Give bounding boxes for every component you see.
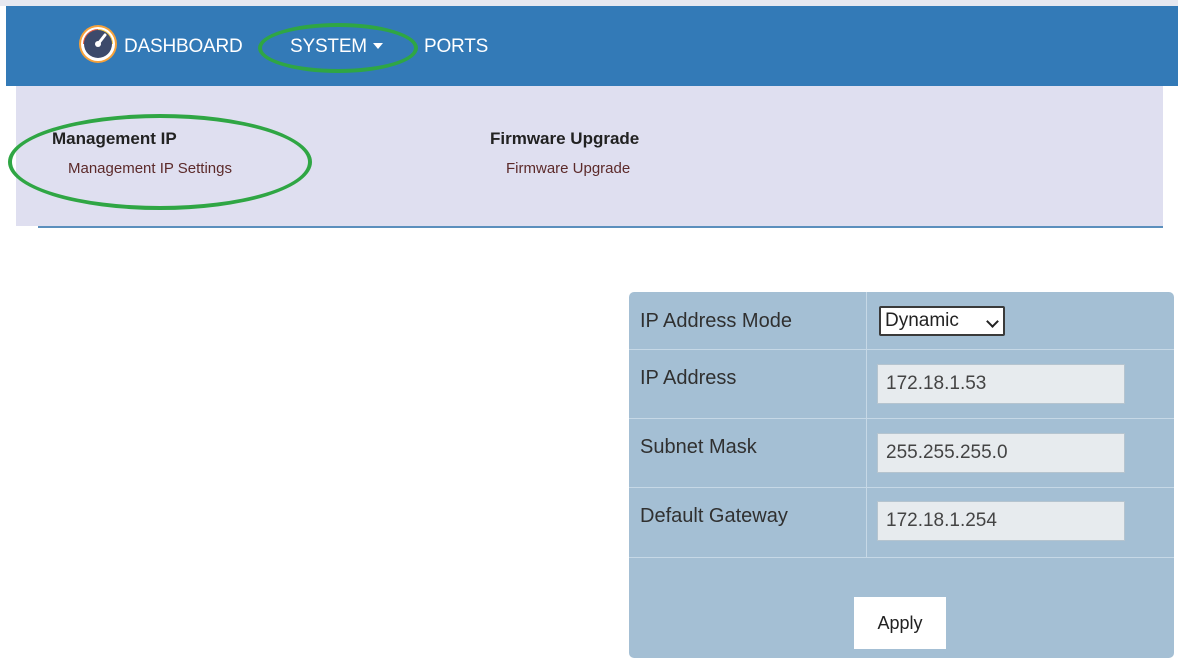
form-row-ip-mode: IP Address Mode Dynamic [629,292,1174,350]
caret-down-icon [372,42,383,49]
subnet-mask-field[interactable]: 255.255.255.0 [877,433,1125,473]
nav-system[interactable]: SYSTEM [290,32,383,62]
nav-ports[interactable]: PORTS [424,32,488,62]
firmware-upgrade-link[interactable]: Firmware Upgrade [506,160,630,177]
form-row-subnet-mask: Subnet Mask 255.255.255.0 [629,419,1174,488]
nav-dashboard[interactable]: DASHBOARD [124,32,243,62]
default-gateway-label: Default Gateway [640,505,788,527]
submenu-divider [38,226,1163,228]
management-ip-form: IP Address Mode Dynamic IP Address 172.1… [629,292,1174,658]
nav-system-label: SYSTEM [290,36,367,57]
default-gateway-field[interactable]: 172.18.1.254 [877,501,1125,541]
ip-mode-label: IP Address Mode [640,310,792,332]
gauge-icon[interactable] [78,24,118,64]
system-submenu: Management IP Management IP Settings Fir… [16,86,1163,226]
apply-button[interactable]: Apply [854,597,946,649]
subnet-mask-label: Subnet Mask [640,436,757,458]
navbar: DASHBOARD SYSTEM PORTS [6,6,1178,86]
submenu-heading-management-ip: Management IP [52,129,177,148]
form-row-default-gateway: Default Gateway 172.18.1.254 [629,488,1174,558]
chevron-down-icon [986,315,999,328]
ip-address-field[interactable]: 172.18.1.53 [877,364,1125,404]
ip-mode-select-value: Dynamic [885,310,959,331]
submenu-heading-firmware-upgrade: Firmware Upgrade [490,129,640,148]
management-ip-settings-link[interactable]: Management IP Settings [68,160,232,177]
form-row-ip-address: IP Address 172.18.1.53 [629,350,1174,419]
ip-mode-select[interactable]: Dynamic [879,306,1005,336]
ip-address-label: IP Address [640,367,737,389]
